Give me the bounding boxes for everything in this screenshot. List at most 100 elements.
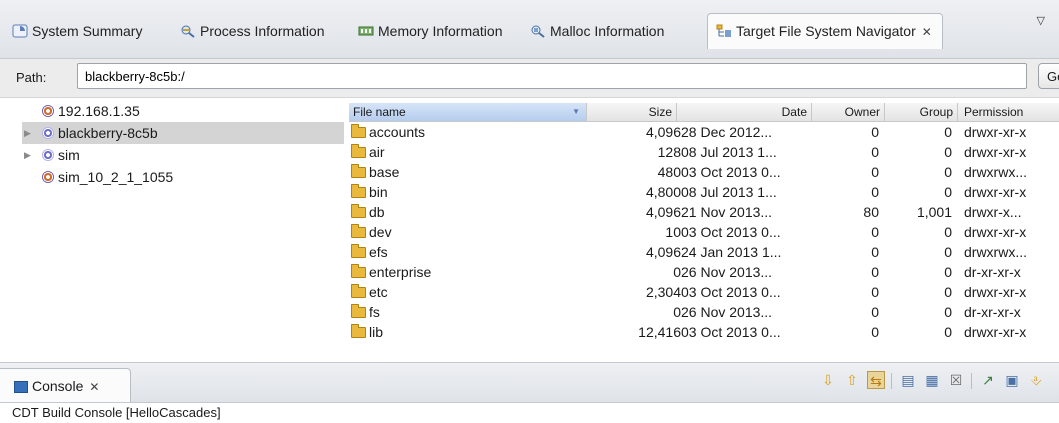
cell-date: 24 Jan 2013 1... xyxy=(681,244,782,260)
cell-date: 03 Oct 2013 0... xyxy=(681,324,781,340)
cell-owner: 0 xyxy=(871,324,879,340)
folder-icon xyxy=(351,144,366,158)
view-menu-icon[interactable]: ▽ xyxy=(1037,14,1045,27)
column-header-date[interactable]: Date xyxy=(677,103,812,121)
expand-triangle-icon[interactable]: ▶ xyxy=(24,144,31,166)
table-row[interactable]: base 480 03 Oct 2013 0... 0 0 drwxrwx... xyxy=(349,162,1059,182)
file-system-icon xyxy=(716,24,731,37)
cell-group: 1,001 xyxy=(916,204,952,220)
path-input[interactable] xyxy=(77,63,1027,89)
cell-size: 10 xyxy=(665,224,681,240)
cell-owner: 0 xyxy=(871,224,879,240)
file-table-body: accounts 4,096 28 Dec 2012... 0 0 drwxr-xr-x a… xyxy=(349,122,1059,342)
cell-group: 0 xyxy=(944,224,952,240)
cell-permission: dr-xr-xr-x xyxy=(964,264,1021,280)
cell-date: 03 Oct 2013 0... xyxy=(681,164,781,180)
system-summary-icon xyxy=(12,24,28,38)
tab-malloc-information[interactable]: Malloc Information xyxy=(530,16,664,46)
tree-item-blackberry-8c5b[interactable]: ▶ blackberry-8c5b xyxy=(22,122,344,144)
display-console-icon[interactable]: ▣ xyxy=(1003,371,1021,389)
cell-date: 26 Nov 2013... xyxy=(681,304,773,320)
table-row[interactable]: fs 0 26 Nov 2013... 0 0 dr-xr-xr-x xyxy=(349,302,1059,322)
folder-icon xyxy=(351,204,366,218)
cell-file-name: etc xyxy=(351,282,587,302)
cell-owner: 0 xyxy=(871,124,879,140)
cell-permission: drwxr-xr-x xyxy=(964,144,1027,160)
table-row[interactable]: db 4,096 21 Nov 2013... 80 1,001 drwxr-x... xyxy=(349,202,1059,222)
column-header-file-name[interactable]: File name ▼ xyxy=(349,103,587,121)
tree-item-label: blackberry-8c5b xyxy=(58,125,158,141)
file-table-header: File name ▼ Size Date Owner Group Permis… xyxy=(349,103,1059,122)
cell-date: 03 Oct 2013 0... xyxy=(681,284,781,300)
cell-file-name: accounts xyxy=(351,122,587,142)
cell-permission: dr-xr-xr-x xyxy=(964,304,1021,320)
process-info-icon xyxy=(181,25,195,38)
word-wrap-icon[interactable]: ▦ xyxy=(923,371,941,389)
cell-size: 2,304 xyxy=(645,284,681,300)
file-table: File name ▼ Size Date Owner Group Permis… xyxy=(349,103,1059,357)
cell-permission: drwxrwx... xyxy=(964,164,1027,180)
column-header-size[interactable]: Size xyxy=(587,103,677,121)
malloc-info-icon xyxy=(531,25,545,38)
open-console-icon[interactable]: ⎀ xyxy=(1027,371,1045,389)
cell-owner: 0 xyxy=(871,144,879,160)
folder-icon xyxy=(351,184,366,198)
expand-triangle-icon[interactable]: ▶ xyxy=(24,122,31,144)
folder-icon xyxy=(351,124,366,138)
table-row[interactable]: accounts 4,096 28 Dec 2012... 0 0 drwxr-xr-x xyxy=(349,122,1059,142)
target-tree: 192.168.1.35 ▶ blackberry-8c5b ▶ sim sim… xyxy=(22,100,344,348)
folder-icon xyxy=(351,324,366,338)
cell-group: 0 xyxy=(944,324,952,340)
scroll-lock-icon[interactable]: ⇆ xyxy=(867,371,885,389)
cell-size: 4,096 xyxy=(645,244,681,260)
table-row[interactable]: bin 4,800 08 Jul 2013 1... 0 0 drwxr-xr-x xyxy=(349,182,1059,202)
table-row[interactable]: etc 2,304 03 Oct 2013 0... 0 0 drwxr-xr-x xyxy=(349,282,1059,302)
cell-permission: drwxr-xr-x xyxy=(964,324,1027,340)
pin-console-icon[interactable]: ↗ xyxy=(979,371,997,389)
cell-owner: 0 xyxy=(871,244,879,260)
cell-group: 0 xyxy=(944,144,952,160)
cell-owner: 80 xyxy=(863,204,879,220)
cell-size: 4,096 xyxy=(645,124,681,140)
column-header-permission[interactable]: Permission xyxy=(958,103,1059,121)
cell-date: 26 Nov 2013... xyxy=(681,264,773,280)
cell-date: 21 Nov 2013... xyxy=(681,204,773,220)
table-row[interactable]: dev 10 03 Oct 2013 0... 0 0 drwxr-xr-x xyxy=(349,222,1059,242)
cell-size: 0 xyxy=(673,304,681,320)
cell-date: 28 Dec 2012... xyxy=(681,124,773,140)
cell-date: 08 Jul 2013 1... xyxy=(681,144,777,160)
tree-item-label: sim xyxy=(58,147,80,163)
table-row[interactable]: lib 12,416 03 Oct 2013 0... 0 0 drwxr-xr-x xyxy=(349,322,1059,342)
cell-file-name: db xyxy=(351,202,587,222)
table-row[interactable]: air 128 08 Jul 2013 1... 0 0 drwxr-xr-x xyxy=(349,142,1059,162)
console-view: Console ✕ ⇩ ⇧ ⇆ ▤ ▦ ☒ ↗ ▣ ⎀ CDT Build Console [He… xyxy=(0,362,1059,423)
close-tab-icon[interactable]: ✕ xyxy=(89,380,99,394)
cell-permission: drwxr-x... xyxy=(964,204,1022,220)
tree-item-sim[interactable]: ▶ sim xyxy=(22,144,344,166)
tab-console[interactable]: Console ✕ xyxy=(0,368,131,402)
cell-permission: drwxr-xr-x xyxy=(964,284,1027,300)
cell-size: 12,416 xyxy=(638,324,681,340)
cell-date: 03 Oct 2013 0... xyxy=(681,224,781,240)
tree-item-label: sim_10_2_1_1055 xyxy=(58,169,174,185)
toolbar-separator xyxy=(971,373,972,389)
cell-owner: 0 xyxy=(871,264,879,280)
clear-console-icon[interactable]: ▤ xyxy=(899,371,917,389)
go-button[interactable]: Go xyxy=(1038,63,1059,89)
cell-file-name: efs xyxy=(351,242,587,262)
tab-system-summary[interactable]: System Summary xyxy=(12,16,142,46)
scroll-up-icon[interactable]: ⇧ xyxy=(843,371,861,389)
column-header-owner[interactable]: Owner xyxy=(812,103,885,121)
tab-target-file-system-navigator[interactable]: Target File System Navigator ✕ xyxy=(707,13,943,49)
remove-launch-icon[interactable]: ☒ xyxy=(947,371,965,389)
tab-memory-information[interactable]: Memory Information xyxy=(358,16,502,46)
tree-item-sim-10-2-1-1055[interactable]: sim_10_2_1_1055 xyxy=(22,166,344,188)
path-label: Path: xyxy=(16,70,47,85)
table-row[interactable]: enterprise 0 26 Nov 2013... 0 0 dr-xr-xr-x xyxy=(349,262,1059,282)
tree-item-192-168-1-35[interactable]: 192.168.1.35 xyxy=(22,100,344,122)
table-row[interactable]: efs 4,096 24 Jan 2013 1... 0 0 drwxrwx... xyxy=(349,242,1059,262)
scroll-down-icon[interactable]: ⇩ xyxy=(819,371,837,389)
close-tab-icon[interactable]: ✕ xyxy=(922,25,932,39)
tab-process-information[interactable]: Process Information xyxy=(180,16,325,46)
column-header-group[interactable]: Group xyxy=(885,103,958,121)
